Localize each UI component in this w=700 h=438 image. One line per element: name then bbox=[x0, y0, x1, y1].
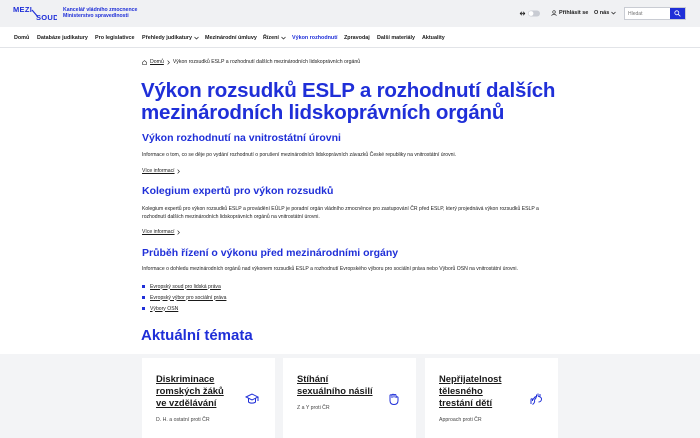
nav-label: Další materiály bbox=[377, 35, 416, 41]
body-links-list: Evropský soud pro lidská práva Evropský … bbox=[142, 281, 226, 314]
svg-text:SOUDY: SOUDY bbox=[36, 13, 57, 22]
nav-label: Pro legislativce bbox=[95, 35, 135, 41]
list-item: Výbory OSN bbox=[142, 303, 226, 314]
contrast-toggle[interactable] bbox=[519, 8, 541, 19]
home-icon bbox=[142, 59, 147, 65]
topic-card-subtitle: Z a Y proti ČR bbox=[297, 405, 330, 411]
topic-card-title[interactable]: Nepřijatelnost tělesného trestání dětí bbox=[439, 373, 519, 409]
nav-item-case-law-overviews[interactable]: Přehledy judikatury bbox=[142, 35, 199, 41]
breadcrumb-current: Výkon rozsudků ESLP a rozhodnutí dalších… bbox=[172, 59, 361, 65]
nav-item-international-conventions[interactable]: Mezinárodní úmluvy bbox=[205, 35, 257, 41]
bullet-icon bbox=[142, 296, 145, 299]
login-button[interactable]: Přihlásit se bbox=[551, 10, 588, 16]
list-item: Evropský soud pro lidská práva bbox=[142, 281, 226, 292]
more-info-link[interactable]: Více informací bbox=[142, 168, 180, 174]
topic-card-subtitle: Approach proti ČR bbox=[439, 417, 482, 423]
more-info-label: Více informací bbox=[142, 168, 175, 174]
section-text: Informace o tom, co se děje po vydání ro… bbox=[142, 152, 456, 158]
about-label: O nás bbox=[594, 10, 610, 16]
section-text: Kolegium expertů pro výkon rozsudků ESLP… bbox=[142, 206, 539, 220]
search-icon bbox=[674, 10, 681, 17]
nav-item-newsletter[interactable]: Zpravodaj bbox=[344, 35, 370, 41]
chevron-down-icon bbox=[281, 36, 286, 40]
section-text: Informace o dohledu mezinárodních orgánů… bbox=[142, 266, 518, 272]
user-icon bbox=[551, 10, 557, 16]
search-button[interactable] bbox=[670, 8, 685, 19]
topic-card-title[interactable]: Diskriminace romských žáků ve vzdělávání bbox=[156, 373, 236, 409]
chevron-down-icon bbox=[194, 36, 199, 40]
nav-item-home[interactable]: Domů bbox=[14, 35, 29, 41]
nav-label: Aktuality bbox=[422, 35, 445, 41]
nav-label: Domů bbox=[14, 35, 30, 41]
breadcrumb-home-link[interactable]: Domů bbox=[150, 59, 164, 65]
chevron-down-icon bbox=[611, 11, 617, 15]
nav-item-case-law-database[interactable]: Databáze judikatury bbox=[37, 35, 88, 41]
hands-icon bbox=[530, 393, 543, 405]
more-info-label: Více informací bbox=[142, 229, 175, 235]
breadcrumb: Domů Výkon rozsudků ESLP a rozhodnutí da… bbox=[142, 59, 360, 65]
main-nav: Domů Databáze judikatury Pro legislativc… bbox=[0, 27, 700, 48]
page-title: Výkon rozsudků ESLP a rozhodnutí dalších… bbox=[141, 79, 556, 124]
chevron-right-icon bbox=[176, 229, 180, 235]
topic-card[interactable]: Nepřijatelnost tělesného trestání dětí A… bbox=[425, 358, 558, 438]
nav-label: Přehledy judikatury bbox=[142, 35, 193, 41]
nav-label: Výkon rozhodnutí bbox=[292, 35, 338, 41]
org-name: Kancelář vládního zmocnence Ministerstvo… bbox=[63, 7, 137, 19]
svg-text:MEZI: MEZI bbox=[13, 5, 32, 14]
chevron-right-icon bbox=[176, 168, 180, 174]
link-echr[interactable]: Evropský soud pro lidská práva bbox=[150, 284, 221, 290]
topics-heading: Aktuální témata bbox=[141, 327, 253, 344]
bullet-icon bbox=[142, 307, 145, 310]
nav-item-news[interactable]: Aktuality bbox=[422, 35, 445, 41]
top-bar: MEZI SOUDY Kancelář vládního zmocnence M… bbox=[0, 0, 700, 27]
section-heading-expert-collegium[interactable]: Kolegium expertů pro výkon rozsudků bbox=[142, 185, 333, 197]
section-heading-domestic-enforcement[interactable]: Výkon rozhodnutí na vnitrostátní úrovni bbox=[142, 132, 341, 144]
org-name-line2: Ministerstvo spravedlnosti bbox=[63, 13, 129, 20]
nav-label: Řízení bbox=[263, 35, 279, 41]
list-item: Evropský výbor pro sociální práva bbox=[142, 292, 226, 303]
link-ecsr[interactable]: Evropský výbor pro sociální práva bbox=[150, 295, 226, 301]
topic-card[interactable]: Diskriminace romských žáků ve vzdělávání… bbox=[142, 358, 275, 438]
topic-card-subtitle: D. H. a ostatní proti ČR bbox=[156, 417, 210, 423]
about-menu[interactable]: O nás bbox=[594, 10, 617, 16]
raised-fist-icon bbox=[389, 393, 399, 406]
nav-label: Databáze judikatury bbox=[37, 35, 88, 41]
arrows-icon bbox=[519, 11, 526, 16]
site-logo[interactable]: MEZI SOUDY bbox=[13, 5, 57, 22]
graduation-cap-icon bbox=[245, 393, 259, 404]
nav-label: Zpravodaj bbox=[344, 35, 370, 41]
nav-item-enforcement[interactable]: Výkon rozhodnutí bbox=[292, 35, 338, 41]
topic-card[interactable]: Stíhání sexuálního násilí Z a Y proti ČR bbox=[283, 358, 416, 438]
topic-card-title[interactable]: Stíhání sexuálního násilí bbox=[297, 373, 377, 397]
section-heading-international-proceedings[interactable]: Průběh řízení o výkonu před mezinárodním… bbox=[142, 247, 398, 259]
login-label: Přihlásit se bbox=[559, 10, 589, 16]
nav-item-for-legislators[interactable]: Pro legislativce bbox=[95, 35, 135, 41]
nav-item-other-materials[interactable]: Další materiály bbox=[377, 35, 415, 41]
link-un-committees[interactable]: Výbory OSN bbox=[150, 306, 178, 312]
search-input[interactable] bbox=[628, 9, 668, 18]
bullet-icon bbox=[142, 285, 145, 288]
more-info-link[interactable]: Více informací bbox=[142, 229, 180, 235]
chevron-right-icon bbox=[167, 59, 170, 65]
search-box bbox=[624, 7, 686, 20]
nav-label: Mezinárodní úmluvy bbox=[205, 35, 257, 41]
nav-item-proceedings[interactable]: Řízení bbox=[263, 35, 286, 41]
